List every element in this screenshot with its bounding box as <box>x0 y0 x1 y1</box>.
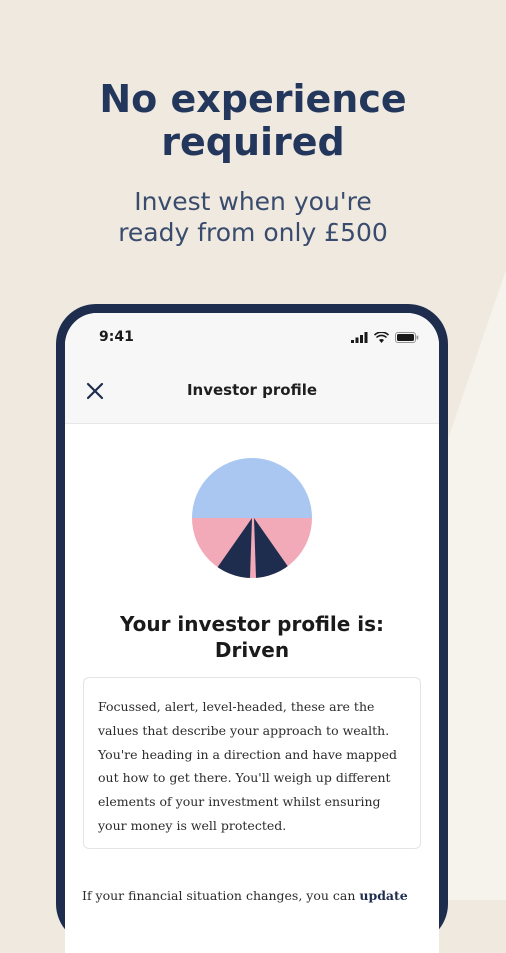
subline-line-1: Invest when you're <box>134 187 372 216</box>
phone-frame: 9:41 Investor profile Your investor prof… <box>56 304 448 953</box>
status-time: 9:41 <box>99 329 134 345</box>
profile-description-card: Focussed, alert, level-headed, these are… <box>83 677 421 849</box>
marketing-headline: No experience required <box>0 78 506 164</box>
app-bar: Investor profile <box>65 359 439 424</box>
phone-screen: 9:41 Investor profile Your investor prof… <box>65 313 439 953</box>
status-icons <box>351 331 419 343</box>
profile-type: Driven <box>214 638 290 662</box>
driven-profile-illustration <box>192 458 312 578</box>
footer-note-text: If your financial situation changes, you… <box>82 888 360 903</box>
headline-line-1: No experience <box>99 77 407 121</box>
wifi-icon <box>374 332 389 343</box>
status-bar: 9:41 <box>65 313 439 359</box>
update-link[interactable]: update <box>359 888 407 903</box>
marketing-subline: Invest when you're ready from only £500 <box>0 186 506 248</box>
app-bar-title: Investor profile <box>186 381 318 399</box>
profile-description: Focussed, alert, level-headed, these are… <box>98 699 397 833</box>
headline-line-2: required <box>161 120 345 164</box>
battery-icon <box>395 332 419 343</box>
signal-icon <box>351 332 368 343</box>
footer-note: If your financial situation changes, you… <box>82 888 439 903</box>
profile-heading: Your investor profile is: <box>119 612 385 636</box>
subline-line-2: ready from only £500 <box>118 218 388 247</box>
